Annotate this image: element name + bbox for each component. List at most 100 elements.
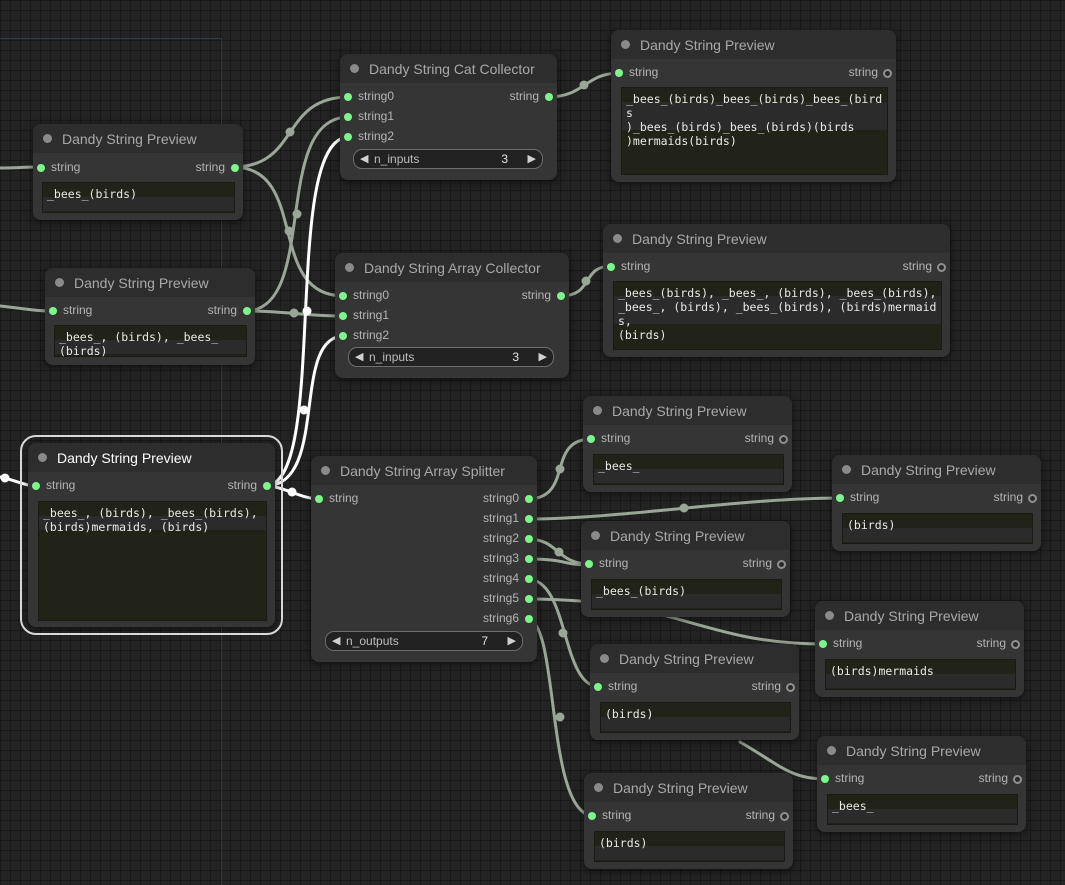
output-dot-icon[interactable]	[1013, 775, 1022, 784]
input-dot-icon[interactable]	[339, 332, 347, 340]
input-slot-string[interactable]: string	[611, 64, 731, 82]
input-dot-icon[interactable]	[344, 113, 352, 121]
node-title-bar[interactable]: Dandy String Preview	[28, 443, 275, 472]
output-slot-string[interactable]: string	[709, 678, 799, 696]
increment-arrow-icon[interactable]: ▶	[539, 350, 547, 363]
output-dot-icon[interactable]	[525, 535, 533, 543]
output-slot-string[interactable]: string	[934, 635, 1024, 653]
collapse-dot-icon[interactable]	[38, 453, 47, 462]
input-slot-string[interactable]: string	[581, 555, 671, 573]
output-slot-string5[interactable]: string5	[447, 590, 537, 608]
collapse-dot-icon[interactable]	[43, 134, 52, 143]
input-slot-string[interactable]: string	[45, 302, 145, 320]
input-dot-icon[interactable]	[587, 435, 595, 443]
node-title-bar[interactable]: Dandy String Preview	[817, 736, 1026, 765]
input-dot-icon[interactable]	[315, 495, 323, 503]
node-title-bar[interactable]: Dandy String Preview	[832, 455, 1041, 484]
output-dot-icon[interactable]	[525, 615, 533, 623]
output-slot-string[interactable]: string	[143, 159, 243, 177]
node-string-preview[interactable]: Dandy String Preview string string _bees…	[817, 736, 1026, 832]
node-string-preview[interactable]: Dandy String Preview string string _bees…	[45, 268, 255, 365]
output-slot-string[interactable]: string	[776, 64, 896, 82]
output-slot-string[interactable]: string	[165, 477, 275, 495]
preview-textbox[interactable]: (birds)	[600, 702, 791, 733]
input-dot-icon[interactable]	[607, 263, 615, 271]
output-dot-icon[interactable]	[525, 515, 533, 523]
collapse-dot-icon[interactable]	[345, 263, 354, 272]
decrement-arrow-icon[interactable]: ◀	[360, 152, 368, 165]
output-slot-string6[interactable]: string6	[447, 610, 537, 628]
preview-textbox[interactable]: _bees_(birds)	[591, 579, 782, 610]
node-string-preview[interactable]: Dandy String Preview string string (bird…	[590, 644, 799, 740]
output-slot-string[interactable]: string	[155, 302, 255, 320]
node-title-bar[interactable]: Dandy String Preview	[603, 224, 950, 253]
output-dot-icon[interactable]	[525, 495, 533, 503]
input-slot-string0[interactable]: string0	[340, 88, 430, 106]
collapse-dot-icon[interactable]	[621, 40, 630, 49]
node-title-bar[interactable]: Dandy String Preview	[584, 773, 793, 802]
node-string-array-collector[interactable]: Dandy String Array Collector string0 str…	[335, 253, 569, 378]
output-slot-string[interactable]: string	[830, 258, 950, 276]
node-title-bar[interactable]: Dandy String Preview	[611, 30, 896, 59]
preview-textbox[interactable]: _bees_	[827, 794, 1018, 825]
output-dot-icon[interactable]	[1028, 494, 1037, 503]
increment-arrow-icon[interactable]: ▶	[528, 152, 536, 165]
output-dot-icon[interactable]	[883, 69, 892, 78]
input-slot-string[interactable]: string	[311, 490, 401, 508]
input-dot-icon[interactable]	[344, 133, 352, 141]
output-dot-icon[interactable]	[545, 93, 553, 101]
decrement-arrow-icon[interactable]: ◀	[332, 634, 340, 647]
node-string-preview[interactable]: Dandy String Preview string string _bees…	[611, 30, 896, 182]
preview-textbox[interactable]: (birds)	[842, 513, 1033, 544]
preview-textbox[interactable]: _bees_, (birds), _bees_ (birds)	[54, 325, 247, 358]
input-dot-icon[interactable]	[594, 683, 602, 691]
input-dot-icon[interactable]	[821, 775, 829, 783]
output-slot-string[interactable]: string	[703, 807, 793, 825]
output-dot-icon[interactable]	[777, 560, 786, 569]
node-string-cat-collector[interactable]: Dandy String Cat Collector string0 strin…	[340, 54, 557, 180]
collapse-dot-icon[interactable]	[825, 611, 834, 620]
output-dot-icon[interactable]	[525, 595, 533, 603]
input-dot-icon[interactable]	[588, 812, 596, 820]
node-graph-canvas[interactable]: Dandy String Preview string string _bees…	[0, 0, 1065, 885]
input-slot-string[interactable]: string	[583, 430, 673, 448]
input-slot-string1[interactable]: string1	[335, 307, 425, 325]
output-slot-string4[interactable]: string4	[447, 570, 537, 588]
collapse-dot-icon[interactable]	[594, 783, 603, 792]
input-dot-icon[interactable]	[344, 93, 352, 101]
node-title-bar[interactable]: Dandy String Preview	[581, 521, 790, 550]
output-slot-string0[interactable]: string0	[447, 490, 537, 508]
node-string-preview[interactable]: Dandy String Preview string string _bees…	[581, 521, 790, 617]
n-inputs-stepper[interactable]: ◀ n_inputs 3 ▶	[348, 347, 554, 367]
preview-textbox[interactable]: _bees_(birds)	[42, 182, 235, 213]
input-dot-icon[interactable]	[585, 560, 593, 568]
preview-textbox[interactable]: _bees_, (birds), _bees_(birds), (birds)m…	[38, 501, 267, 621]
node-title-bar[interactable]: Dandy String Preview	[45, 268, 255, 297]
input-dot-icon[interactable]	[339, 292, 347, 300]
output-dot-icon[interactable]	[525, 575, 533, 583]
preview-textbox[interactable]: _bees_(birds)_bees_(birds)_bees_(birds )…	[621, 87, 888, 175]
node-title-bar[interactable]: Dandy String Array Collector	[335, 253, 569, 282]
node-string-preview[interactable]: Dandy String Preview string string _bees…	[603, 224, 950, 357]
preview-textbox[interactable]: _bees_	[593, 454, 784, 485]
output-slot-string[interactable]: string	[702, 430, 792, 448]
output-slot-string2[interactable]: string2	[447, 530, 537, 548]
input-dot-icon[interactable]	[615, 69, 623, 77]
node-string-preview[interactable]: Dandy String Preview string string _bees…	[33, 124, 243, 220]
output-dot-icon[interactable]	[263, 482, 271, 490]
input-dot-icon[interactable]	[339, 312, 347, 320]
input-slot-string[interactable]: string	[603, 258, 723, 276]
input-slot-string[interactable]: string	[584, 807, 674, 825]
output-dot-icon[interactable]	[557, 292, 565, 300]
n-inputs-stepper[interactable]: ◀ n_inputs 3 ▶	[353, 149, 543, 169]
collapse-dot-icon[interactable]	[55, 278, 64, 287]
input-slot-string0[interactable]: string0	[335, 287, 425, 305]
input-dot-icon[interactable]	[32, 482, 40, 490]
node-string-preview[interactable]: Dandy String Preview string string (bird…	[584, 773, 793, 869]
input-slot-string[interactable]: string	[590, 678, 680, 696]
output-slot-string[interactable]: string	[951, 489, 1041, 507]
increment-arrow-icon[interactable]: ▶	[508, 634, 516, 647]
preview-textbox[interactable]: (birds)	[594, 831, 785, 862]
decrement-arrow-icon[interactable]: ◀	[355, 350, 363, 363]
node-string-preview[interactable]: Dandy String Preview string string (bird…	[832, 455, 1041, 551]
